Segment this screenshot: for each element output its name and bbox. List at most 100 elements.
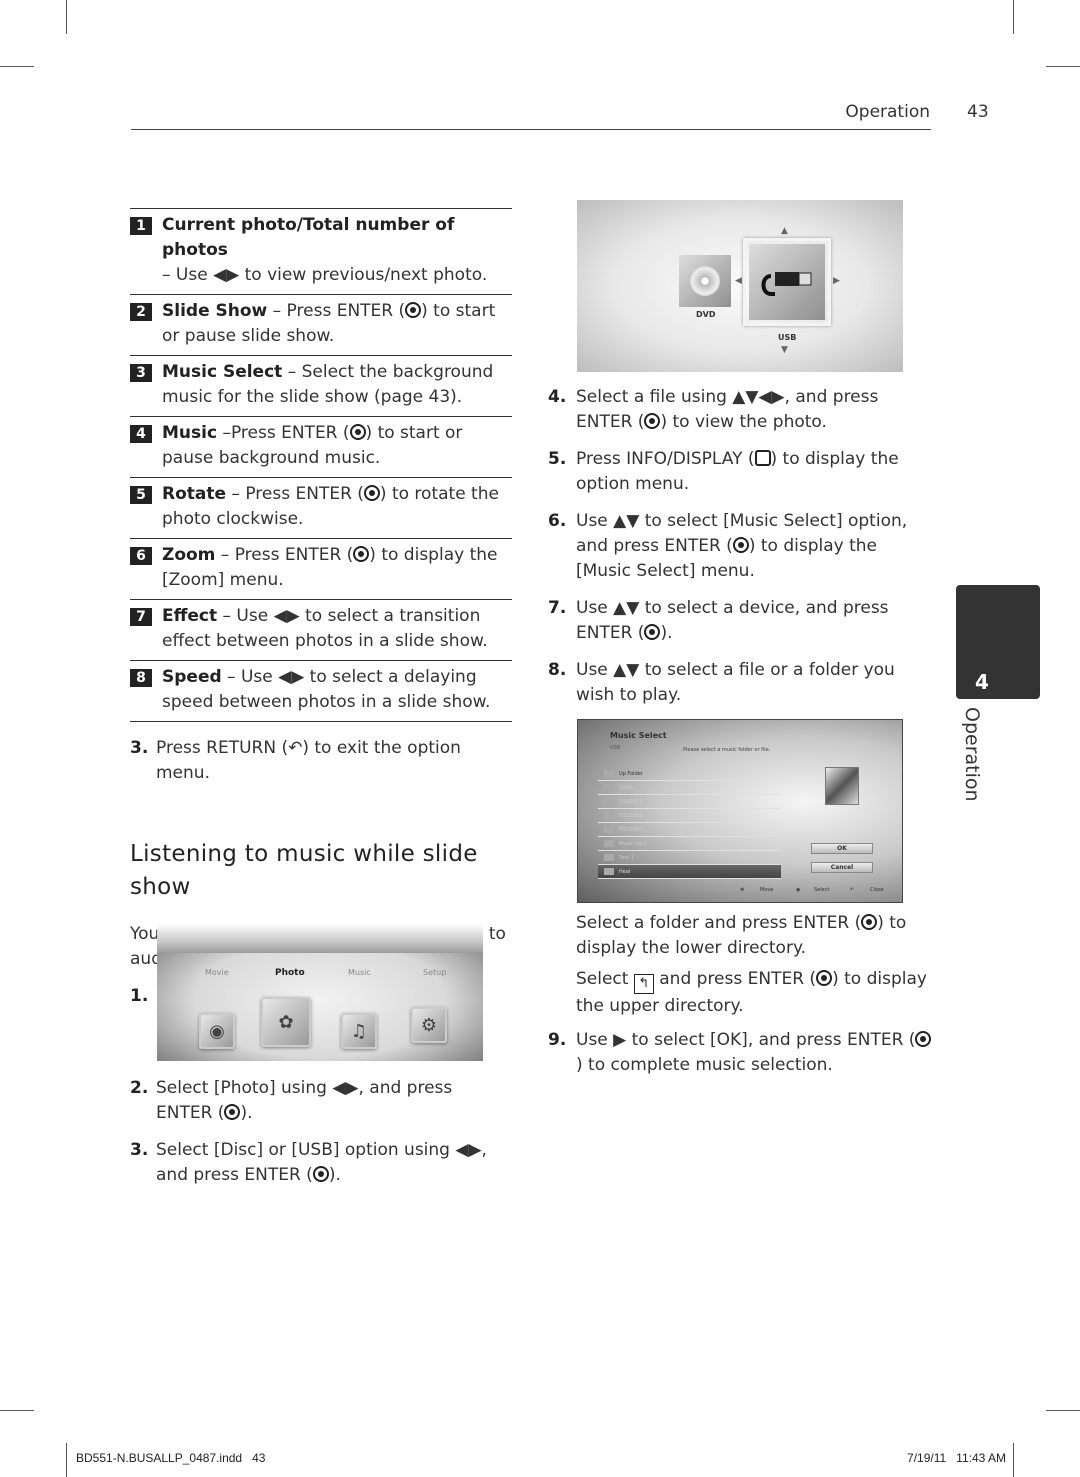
device-label-usb: USB: [778, 333, 797, 342]
home-menu-screenshot: Movie Photo Music Setup ◉ ✿ ♫ ⚙: [157, 925, 483, 1061]
enter-icon: [915, 1031, 932, 1047]
chapter-tab: [956, 585, 1040, 699]
list-item: SUDA: [598, 781, 781, 795]
step-item: 8. Use ▲▼ to select a file or a folder y…: [548, 660, 895, 705]
note-folder: Select a folder and press ENTER () to di…: [576, 913, 907, 958]
crop-mark: [1013, 0, 1014, 34]
device-label-dvd: DVD: [696, 310, 716, 319]
crop-mark: [1046, 1410, 1080, 1411]
movie-reel-icon: ◉: [199, 1013, 235, 1049]
photo-icon: ✿: [261, 997, 311, 1047]
home-label-setup: Setup: [423, 968, 447, 977]
ok-button: OK: [811, 843, 873, 854]
cancel-button: Cancel: [811, 862, 873, 873]
number-badge: 2: [130, 303, 152, 321]
gear-icon: ⚙: [411, 1007, 447, 1043]
disc-icon: [679, 255, 731, 307]
crop-mark: [0, 66, 34, 67]
arrow-right-icon: ▶: [833, 276, 840, 286]
number-badge: 6: [130, 547, 152, 565]
list-item-selected: Heal: [598, 865, 781, 879]
running-header-section: Operation: [845, 102, 930, 122]
option-desc: – Use ◀▶ to view previous/next photo.: [162, 265, 488, 285]
enter-icon: [644, 624, 661, 640]
step-item: 3. Select [Disc] or [USB] option using ◀…: [130, 1140, 487, 1185]
enter-icon: [861, 914, 878, 930]
home-label-music: Music: [348, 968, 371, 977]
music-select-device: USB: [610, 745, 621, 751]
option-item: 2 Slide Show – Press ENTER () to start o…: [130, 294, 512, 355]
arrow-down-icon: ▼: [781, 345, 788, 355]
crop-mark: [1013, 1443, 1014, 1477]
option-title: Current photo/Total number of photos: [162, 215, 455, 260]
option-item: 3 Music Select – Select the background m…: [130, 355, 512, 416]
section-title: Listening to music while slide show: [130, 841, 478, 900]
step-item: 9. Use ▶ to select [OK], and press ENTER…: [548, 1028, 933, 1078]
note-up-folder: Select ↰ and press ENTER () to display t…: [576, 969, 927, 1016]
notes-block: Select a folder and press ENTER () to di…: [576, 911, 936, 1019]
move-icon: ✥: [740, 887, 745, 893]
music-note-icon: ♫: [341, 1013, 377, 1049]
enter-icon: [349, 424, 366, 440]
crop-mark: [1046, 66, 1080, 67]
step-item: 6. Use ▲▼ to select [Music Select] optio…: [548, 511, 908, 581]
list-item: Test-1: [598, 851, 781, 865]
enter-icon: [224, 1104, 241, 1120]
page-number: 43: [967, 102, 989, 122]
option-title: Zoom: [162, 545, 216, 565]
list-item: Music.mp3: [598, 837, 781, 851]
header-rule: [131, 129, 931, 130]
crop-mark: [66, 0, 67, 34]
info-display-icon: [754, 450, 771, 466]
music-select-screenshot: Music Select USB Please select a music f…: [577, 719, 903, 903]
arrow-up-icon: ▲: [781, 226, 788, 236]
step-item: 4. Select a file using ▲▼◀▶, and press E…: [548, 387, 879, 432]
step-item: 5. Press INFO/DISPLAY () to display the …: [548, 449, 899, 494]
enter-icon: [363, 485, 380, 501]
enter-icon: [732, 537, 749, 553]
number-badge: 4: [130, 425, 152, 443]
select-icon: ◉: [796, 887, 801, 893]
enter-icon: [816, 970, 833, 986]
option-title: Music: [162, 423, 218, 443]
album-art-thumbnail: [825, 767, 859, 805]
option-title: Music Select: [162, 362, 283, 382]
number-badge: 7: [130, 608, 152, 626]
crop-mark: [66, 1443, 67, 1477]
step-item: 3. Press RETURN (↶) to exit the option m…: [130, 738, 461, 783]
number-badge: 1: [130, 217, 152, 235]
option-item: 8 Speed – Use ◀▶ to select a delaying sp…: [130, 660, 512, 722]
number-badge: 8: [130, 669, 152, 687]
crop-mark: [0, 1410, 34, 1411]
list-item: Up Folder: [598, 767, 781, 781]
enter-icon: [353, 546, 370, 562]
option-title: Rotate: [162, 484, 227, 504]
return-icon: ↶: [850, 887, 855, 893]
enter-icon: [644, 413, 661, 429]
footer-filename: BD551-N.BUSALLP_0487.indd 43: [76, 1451, 266, 1465]
option-item: 4 Music –Press ENTER () to start or paus…: [130, 416, 512, 477]
footer-timestamp: 7/19/11 11:43 AM: [907, 1451, 1006, 1465]
step-item: 2. Select [Photo] using ◀▶, and press EN…: [130, 1078, 453, 1123]
device-select-screenshot: DVD USB ▲ ▼ ◀ ▶: [577, 200, 903, 372]
home-label-photo: Photo: [275, 968, 305, 978]
enter-icon: [312, 1166, 329, 1182]
right-column: 4. Select a file using ▲▼◀▶, and press E…: [548, 385, 933, 708]
option-item: 5 Rotate – Press ENTER () to rotate the …: [130, 477, 512, 538]
list-item: FOLDER1: [598, 795, 781, 809]
step-9-block: 9. Use ▶ to select [OK], and press ENTER…: [548, 1028, 933, 1078]
step-item: 7. Use ▲▼ to select a device, and press …: [548, 598, 889, 643]
usb-icon: [749, 244, 825, 320]
list-item: FOLDER2: [598, 809, 781, 823]
option-title: Speed: [162, 667, 222, 687]
left-column: 1 Current photo/Total number of photos – …: [130, 208, 512, 1009]
music-select-title: Music Select: [610, 731, 667, 740]
option-item: 7 Effect – Use ◀▶ to select a transition…: [130, 599, 512, 660]
left-steps-bottom: 2. Select [Photo] using ◀▶, and press EN…: [130, 1076, 512, 1188]
number-badge: 5: [130, 486, 152, 504]
enter-icon: [405, 302, 422, 318]
return-icon: ↶: [288, 738, 303, 758]
music-select-hint: Please select a music folder or file.: [683, 747, 771, 753]
chapter-number: 4: [975, 670, 989, 694]
up-folder-icon: ↰: [633, 974, 654, 994]
